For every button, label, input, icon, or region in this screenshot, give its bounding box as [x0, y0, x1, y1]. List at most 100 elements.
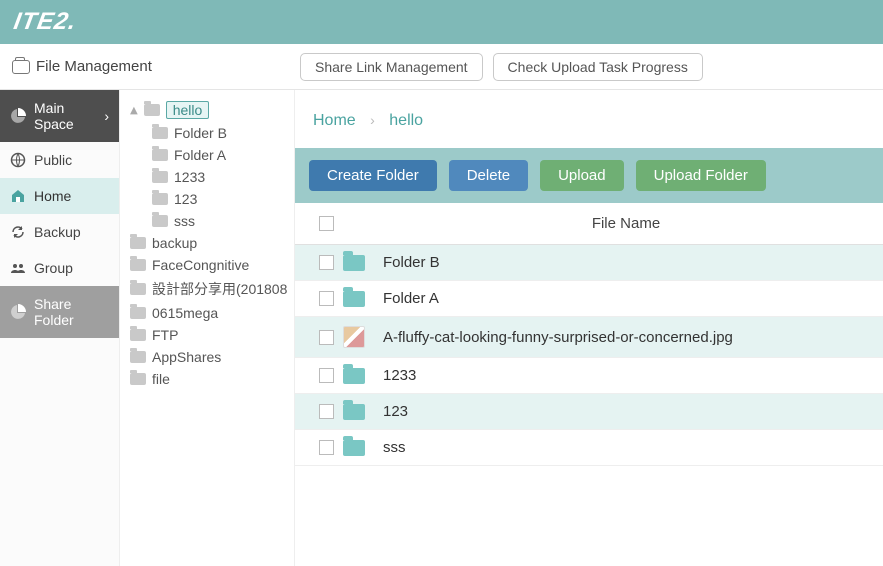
- group-icon: [10, 260, 26, 276]
- tree-item[interactable]: FaceCongnitive: [126, 254, 294, 276]
- folder-icon: [343, 404, 365, 420]
- nav-label: Home: [34, 188, 71, 204]
- select-all[interactable]: [309, 216, 343, 231]
- col-filename[interactable]: File Name: [383, 215, 869, 232]
- tree-label: 123: [174, 191, 197, 207]
- file-name: Folder B: [383, 254, 869, 271]
- nav-label: Main Space: [34, 100, 96, 132]
- row-icon: [343, 255, 383, 271]
- tree-label: FaceCongnitive: [152, 257, 249, 273]
- folder-icon: [152, 127, 168, 139]
- tree-root-hello[interactable]: ▶ hello: [126, 98, 294, 122]
- table-row[interactable]: 123: [295, 394, 883, 430]
- main-panel: Home › hello Create Folder Delete Upload…: [295, 90, 883, 566]
- folder-icon: [130, 307, 146, 319]
- checkbox-icon: [319, 440, 334, 455]
- file-name: Folder A: [383, 290, 869, 307]
- main-layout: Main Space › Public Home Backup Group Sh…: [0, 90, 883, 566]
- folder-icon: [343, 368, 365, 384]
- folder-outline-icon: [12, 60, 30, 74]
- tree-item[interactable]: backup: [126, 232, 294, 254]
- tree-label: 設計部分享用(201808: [152, 279, 287, 299]
- sub-header: File Management Share Link Management Ch…: [0, 44, 883, 90]
- delete-button[interactable]: Delete: [449, 160, 528, 191]
- folder-tree: ▶ hello Folder B Folder A 1233 123 sss backu…: [120, 90, 295, 566]
- nav-public[interactable]: Public: [0, 142, 119, 178]
- checkbox-icon: [319, 368, 334, 383]
- tree-label: hello: [166, 101, 210, 119]
- row-checkbox[interactable]: [309, 255, 343, 270]
- nav-group[interactable]: Group: [0, 250, 119, 286]
- share-link-management-button[interactable]: Share Link Management: [300, 53, 483, 81]
- tree-item[interactable]: Folder B: [126, 122, 294, 144]
- table-row[interactable]: 1233: [295, 358, 883, 394]
- tree-item[interactable]: sss: [126, 210, 294, 232]
- file-table: File Name Folder B Folder A A-fluffy-cat-l…: [295, 203, 883, 566]
- pie-icon: [10, 108, 26, 124]
- globe-icon: [10, 152, 26, 168]
- folder-icon: [152, 149, 168, 161]
- tree-item[interactable]: file: [126, 368, 294, 390]
- folder-icon: [144, 104, 160, 116]
- folder-icon: [130, 237, 146, 249]
- checkbox-icon: [319, 291, 334, 306]
- row-icon: [343, 404, 383, 420]
- row-icon: [343, 440, 383, 456]
- nav-label: Backup: [34, 224, 81, 240]
- tree-label: 1233: [174, 169, 205, 185]
- tree-item[interactable]: AppShares: [126, 346, 294, 368]
- file-name: sss: [383, 439, 869, 456]
- brand-logo: ITE2.: [12, 8, 79, 36]
- tree-label: backup: [152, 235, 197, 251]
- file-name: 123: [383, 403, 869, 420]
- table-row[interactable]: Folder A: [295, 281, 883, 317]
- upload-folder-button[interactable]: Upload Folder: [636, 160, 766, 191]
- tree-label: sss: [174, 213, 195, 229]
- nav-home[interactable]: Home: [0, 178, 119, 214]
- create-folder-button[interactable]: Create Folder: [309, 160, 437, 191]
- folder-icon: [130, 329, 146, 341]
- tree-label: Folder A: [174, 147, 226, 163]
- tree-item[interactable]: 0615mega: [126, 302, 294, 324]
- row-icon: [343, 326, 383, 348]
- tree-label: AppShares: [152, 349, 221, 365]
- file-management-title[interactable]: File Management: [12, 58, 292, 75]
- folder-icon: [130, 283, 146, 295]
- check-upload-progress-button[interactable]: Check Upload Task Progress: [493, 53, 703, 81]
- breadcrumb-current[interactable]: hello: [389, 112, 423, 129]
- row-checkbox[interactable]: [309, 330, 343, 345]
- checkbox-icon: [319, 255, 334, 270]
- image-thumbnail-icon: [343, 326, 365, 348]
- nav-label: Public: [34, 152, 72, 168]
- row-checkbox[interactable]: [309, 368, 343, 383]
- nav-backup[interactable]: Backup: [0, 214, 119, 250]
- breadcrumb-home[interactable]: Home: [313, 112, 356, 129]
- pie-icon: [10, 304, 26, 320]
- topbar: ITE2.: [0, 0, 883, 44]
- row-checkbox[interactable]: [309, 404, 343, 419]
- row-checkbox[interactable]: [309, 440, 343, 455]
- tree-label: FTP: [152, 327, 178, 343]
- table-row[interactable]: sss: [295, 430, 883, 466]
- folder-icon: [343, 440, 365, 456]
- nav-main-space[interactable]: Main Space ›: [0, 90, 119, 142]
- tree-item[interactable]: FTP: [126, 324, 294, 346]
- folder-icon: [152, 215, 168, 227]
- home-icon: [10, 188, 26, 204]
- tree-item[interactable]: 123: [126, 188, 294, 210]
- left-nav: Main Space › Public Home Backup Group Sh…: [0, 90, 120, 566]
- table-row[interactable]: A-fluffy-cat-looking-funny-surprised-or-…: [295, 317, 883, 358]
- checkbox-icon: [319, 216, 334, 231]
- table-row[interactable]: Folder B: [295, 245, 883, 281]
- folder-icon: [343, 255, 365, 271]
- tree-item[interactable]: 1233: [126, 166, 294, 188]
- breadcrumb: Home › hello: [295, 90, 883, 148]
- tree-item[interactable]: Folder A: [126, 144, 294, 166]
- row-checkbox[interactable]: [309, 291, 343, 306]
- tree-item[interactable]: 設計部分享用(201808: [126, 276, 294, 302]
- file-name: 1233: [383, 367, 869, 384]
- upload-button[interactable]: Upload: [540, 160, 624, 191]
- tree-label: Folder B: [174, 125, 227, 141]
- nav-share-folder[interactable]: Share Folder: [0, 286, 119, 338]
- folder-icon: [130, 351, 146, 363]
